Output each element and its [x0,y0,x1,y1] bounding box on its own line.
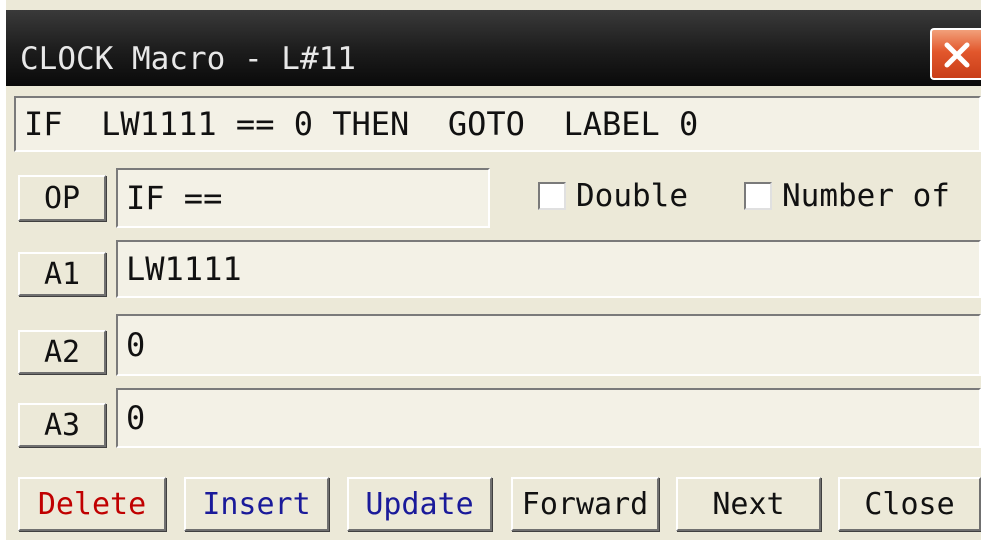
number-of-option[interactable]: Number of [744,178,950,214]
close-label: Close [864,486,955,522]
number-of-checkbox[interactable] [744,182,772,210]
close-window-button[interactable] [930,28,981,80]
double-option[interactable]: Double [538,178,688,214]
double-label: Double [576,178,688,214]
op-button[interactable]: OP [18,175,106,221]
window-title: CLOCK Macro - L#11 [20,41,356,77]
forward-button[interactable]: Forward [511,477,659,531]
a3-field[interactable]: 0 [116,388,981,448]
close-button[interactable]: Close [838,477,981,531]
a2-button-label: A2 [43,334,81,370]
insert-label: Insert [202,486,311,522]
op-field[interactable]: IF == [116,168,490,228]
number-of-label: Number of [782,178,950,214]
forward-label: Forward [521,486,649,522]
next-button[interactable]: Next [676,477,821,531]
a1-button-label: A1 [43,256,81,292]
a2-button[interactable]: A2 [18,330,106,374]
a3-button-label: A3 [43,407,81,443]
close-x-icon [944,42,970,68]
a2-value: 0 [126,326,146,364]
macro-editor-window: CLOCK Macro - L#11 IF LW1111 == 0 THEN G… [6,0,981,540]
next-label: Next [712,486,785,522]
a1-field[interactable]: LW1111 [116,240,981,298]
statement-text: IF LW1111 == 0 THEN GOTO LABEL 0 [24,105,699,143]
update-label: Update [365,486,474,522]
a2-field[interactable]: 0 [116,314,981,376]
a3-value: 0 [126,399,146,437]
delete-button[interactable]: Delete [18,477,166,531]
a1-button[interactable]: A1 [18,252,106,296]
update-button[interactable]: Update [347,477,492,531]
a3-button[interactable]: A3 [18,403,106,447]
op-button-label: OP [43,180,81,216]
op-value: IF == [126,179,223,217]
delete-label: Delete [37,486,147,522]
double-checkbox[interactable] [538,182,566,210]
a1-value: LW1111 [126,250,242,288]
insert-button[interactable]: Insert [184,477,329,531]
title-bar[interactable]: CLOCK Macro - L#11 [6,10,981,86]
statement-field[interactable]: IF LW1111 == 0 THEN GOTO LABEL 0 [14,96,981,152]
